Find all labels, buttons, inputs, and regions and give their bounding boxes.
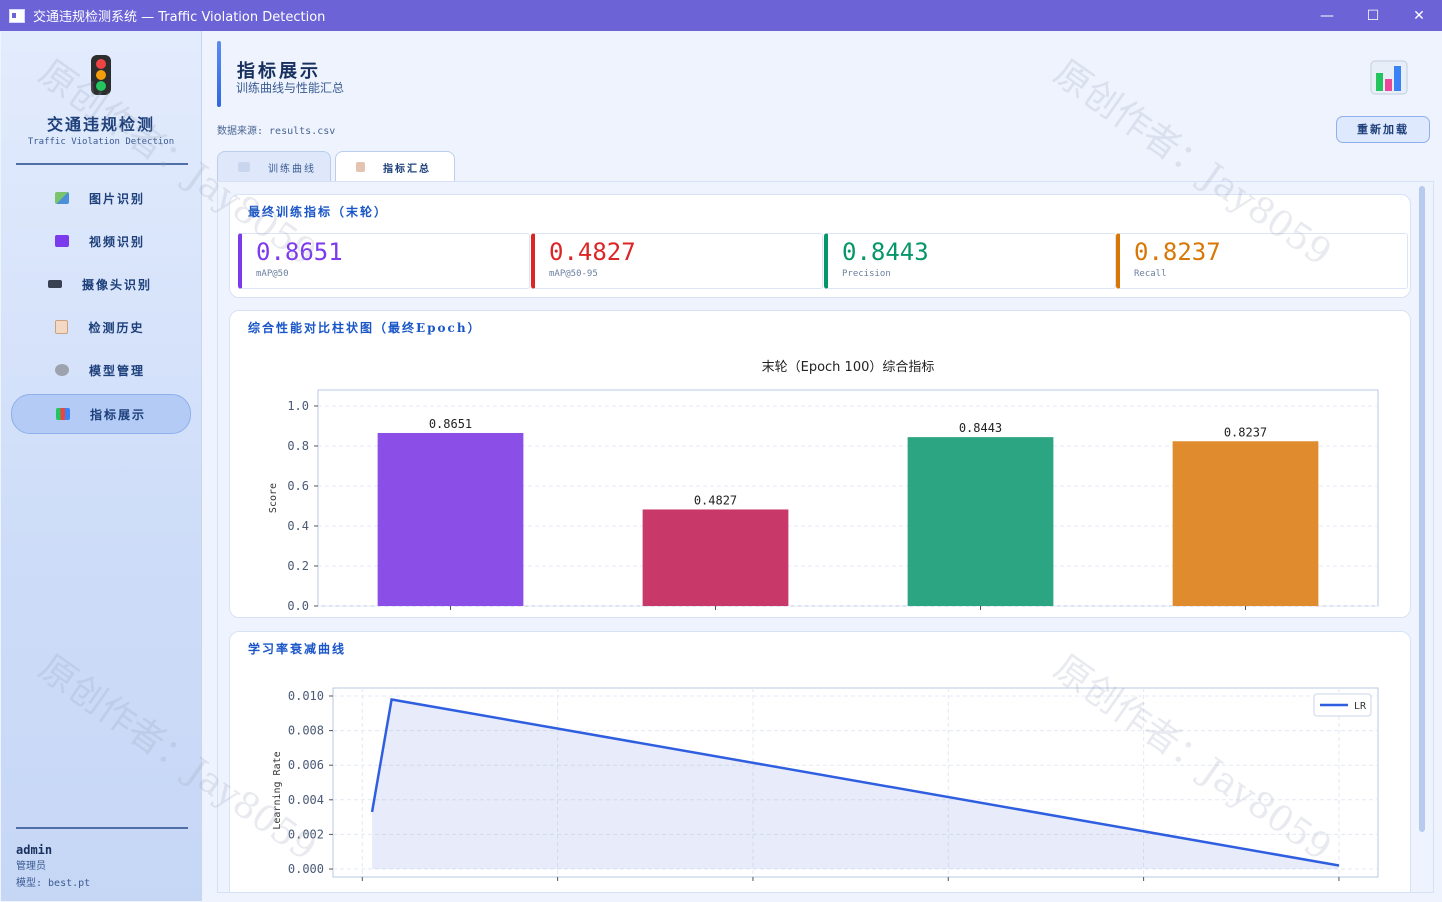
metric-value: 0.8651 [256,238,343,266]
legend-label: LR [1354,701,1367,712]
bar [907,437,1054,606]
sidebar-item-history[interactable]: 检测历史 [11,308,189,346]
bar [642,509,789,606]
final-metrics-card: 最终训练指标（末轮） 0.8651 mAP@50 0.4827 mAP@50-9… [229,194,1411,298]
y-tick-label: 0.6 [287,479,309,493]
divider [16,827,188,829]
lr-chart-card: 学习率衰减曲线 0.000 0.002 0.004 0.006 0.008 0.010 Le… [229,631,1411,892]
tab-training-curves[interactable]: 训练曲线 [217,151,331,182]
y-tick-label: 0.4 [287,519,309,533]
sidebar-item-label: 检测历史 [88,320,145,335]
bar-chart: 末轮（Epoch 100）综合指标 0.0 0.2 0.4 0.6 0.8 1.0 Score… [268,360,1379,611]
minimize-button[interactable]: — [1304,0,1350,31]
y-tick-label: 0.010 [288,689,324,703]
title-accent [217,41,221,107]
sidebar-item-label: 图片识别 [88,191,145,206]
reload-button[interactable]: 重新加载 [1336,116,1430,143]
y-tick-label: 0.008 [288,724,324,738]
metric-recall: 0.8237 Recall [1116,233,1408,289]
sidebar-item-models[interactable]: 模型管理 [11,351,189,389]
metric-map50-95: 0.4827 mAP@50-95 [531,233,823,289]
y-axis-label: Score [268,483,279,513]
close-button[interactable]: ✕ [1396,0,1442,31]
sidebar-item-video[interactable]: 视频识别 [11,222,189,260]
metrics-scroll-area[interactable]: 最终训练指标（末轮） 0.8651 mAP@50 0.4827 mAP@50-9… [217,181,1434,893]
y-tick-label: 0.000 [288,862,324,876]
logo: 交通违规检测 Traffic Violation Detection [1,31,201,171]
lr-area [372,699,1339,869]
bar-value-label: 0.4827 [694,493,737,507]
history-icon [55,320,69,334]
y-tick-label: 1.0 [287,399,309,413]
bar [377,432,524,606]
window-title: 交通违规检测系统 — Traffic Violation Detection [33,10,326,25]
sidebar-item-label: 指标展示 [89,407,146,422]
sidebar-item-image[interactable]: 图片识别 [11,179,189,217]
y-tick-label: 0.2 [287,559,309,573]
metric-label: Recall [1134,269,1167,279]
traffic-light-icon [91,55,111,95]
bar-chart-icon [1370,60,1408,95]
chart-title: 末轮（Epoch 100）综合指标 [762,360,935,375]
sidebar-item-metrics[interactable]: 指标展示 [11,394,191,434]
data-source: 数据来源: results.csv [217,126,336,137]
bar-chart-card: 综合性能对比柱状图（最终Epoch） 末轮（Epoch 100）综合指标 0.0 0… [229,310,1411,618]
metric-label: Precision [842,269,891,279]
metric-label: mAP@50 [256,269,289,279]
page-subtitle: 训练曲线与性能汇总 [236,81,345,95]
gear-icon [54,364,69,376]
main-panel: 指标展示 训练曲线与性能汇总 数据来源: results.csv 重新加载 训练… [205,31,1442,902]
y-tick-label: 0.006 [288,758,324,772]
metric-value: 0.8443 [842,238,929,266]
metric-value: 0.4827 [549,238,636,266]
brand-name: 交通违规检测 [46,115,155,134]
brand-subtitle: Traffic Violation Detection [27,137,175,147]
sidebar-item-label: 视频识别 [88,234,145,249]
app-icon [9,8,25,23]
sidebar-item-camera[interactable]: 摄像头识别 [11,265,189,303]
clipboard-icon [356,162,365,172]
line-chart-icon [238,162,250,172]
card-title: 综合性能对比柱状图（最终Epoch） [248,321,482,335]
y-tick-label: 0.002 [288,827,324,841]
tab-label: 指标汇总 [383,163,431,175]
camera-icon [47,280,62,288]
card-title: 学习率衰减曲线 [248,642,347,656]
sidebar-item-label: 模型管理 [88,363,145,378]
y-tick-label: 0.0 [287,599,309,611]
bar-value-label: 0.8237 [1224,425,1267,439]
title-bar: 交通违规检测系统 — Traffic Violation Detection —… [0,0,1442,31]
user-name: admin [16,843,53,857]
user-role: 管理员 [16,861,46,872]
metric-map50: 0.8651 mAP@50 [238,233,530,289]
bar-chart-icon [55,408,70,420]
video-icon [54,235,69,247]
metric-precision: 0.8443 Precision [824,233,1116,289]
current-model: 模型: best.pt [16,878,91,889]
card-title: 最终训练指标（末轮） [248,205,389,219]
tab-metric-summary[interactable]: 指标汇总 [335,151,455,182]
divider [16,163,188,165]
bar-value-label: 0.8443 [959,421,1002,435]
sidebar-item-label: 摄像头识别 [81,277,152,292]
bar-value-label: 0.8651 [429,417,472,431]
maximize-button[interactable]: ☐ [1350,0,1396,31]
sidebar: 交通违规检测 Traffic Violation Detection 图片识别 … [1,31,202,901]
y-tick-label: 0.004 [288,793,324,807]
image-icon [54,192,69,204]
metric-label: mAP@50-95 [549,269,598,279]
y-tick-label: 0.8 [287,439,309,453]
bar [1172,441,1319,606]
metric-value: 0.8237 [1134,238,1221,266]
scrollbar[interactable] [1419,186,1425,832]
tab-label: 训练曲线 [268,163,316,175]
y-axis-label: Learning Rate [272,751,283,829]
lr-chart: 0.000 0.002 0.004 0.006 0.008 0.010 Learning R… [272,687,1379,881]
